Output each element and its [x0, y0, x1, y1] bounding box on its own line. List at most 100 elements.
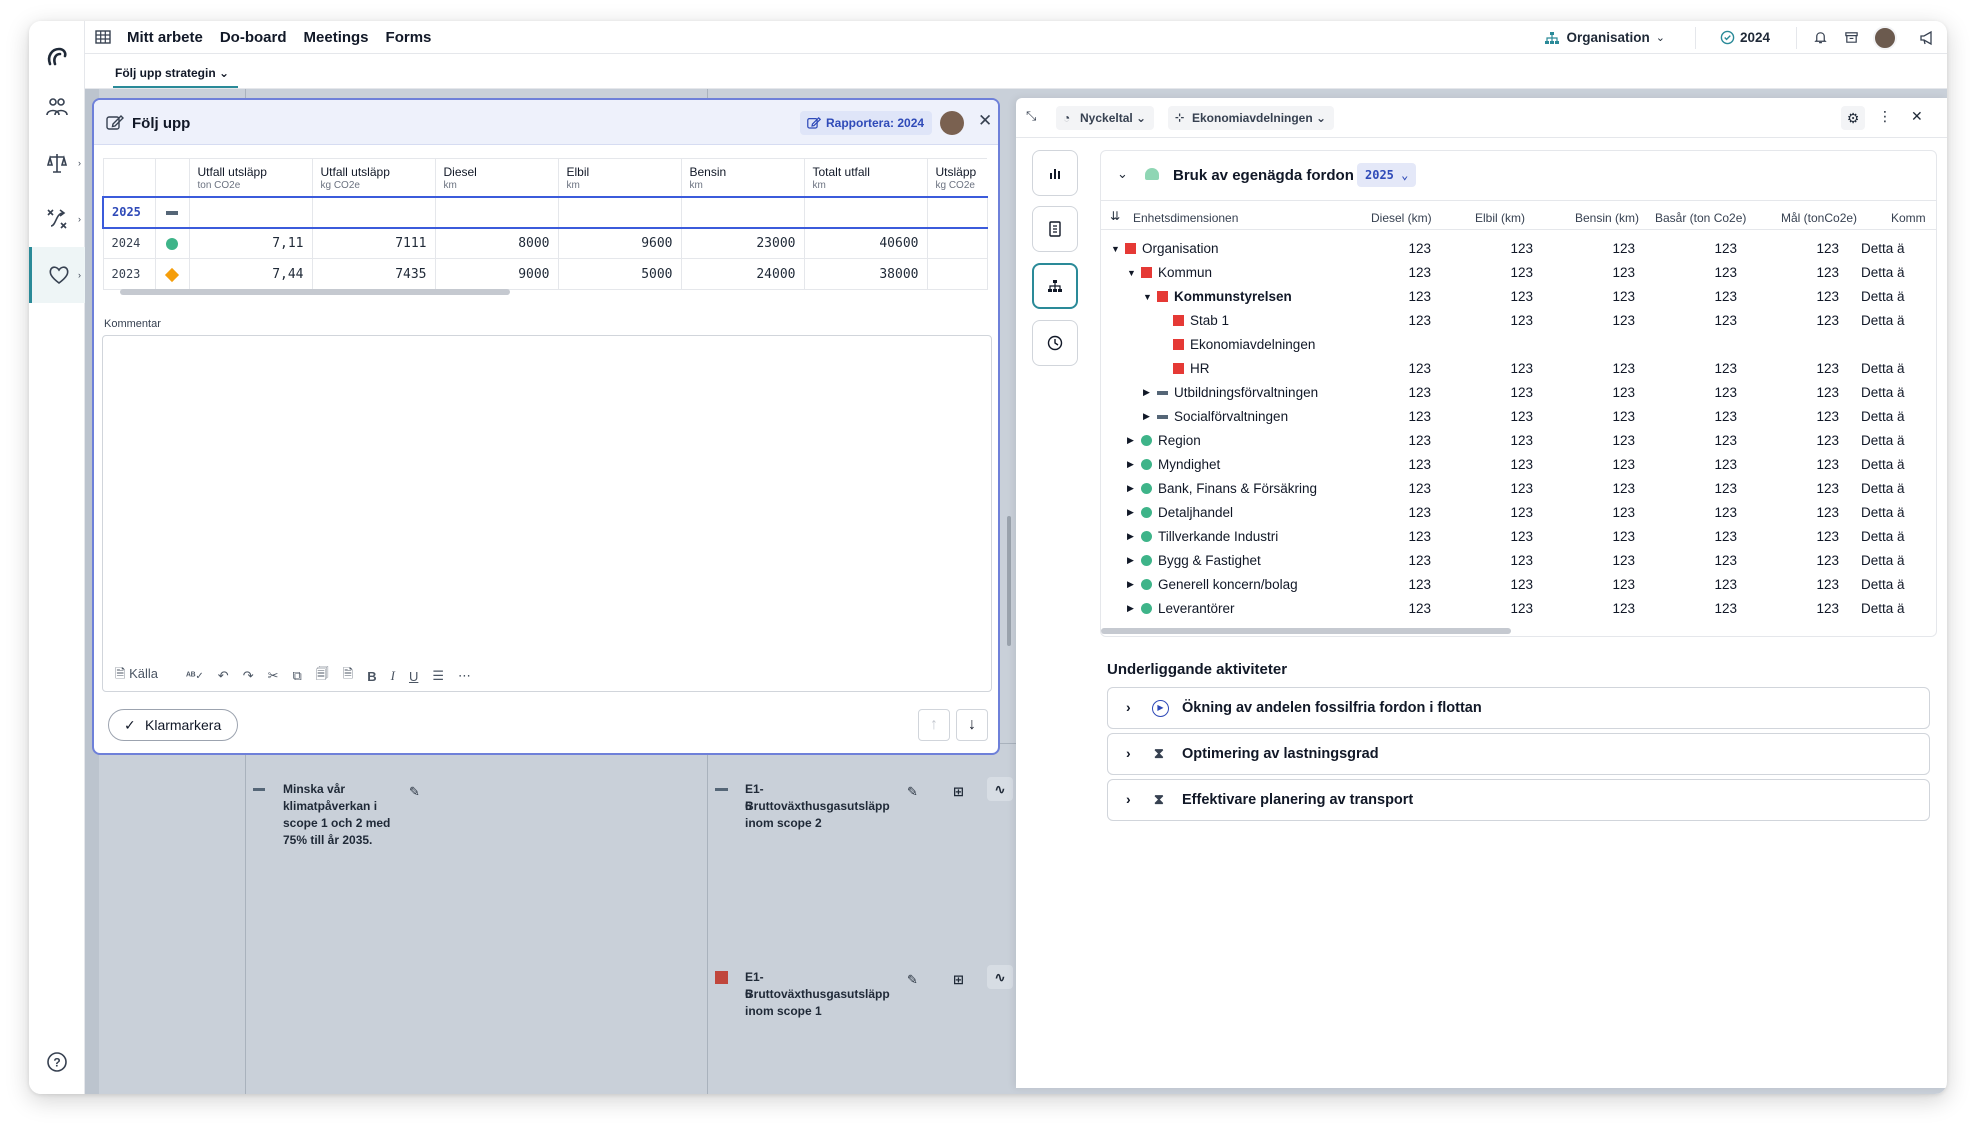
more-vertical-icon[interactable]: ⋮ — [1878, 108, 1892, 125]
numbered-list-icon[interactable]: ☰ — [432, 668, 444, 684]
horizontal-scrollbar[interactable] — [120, 289, 510, 295]
value-cell[interactable] — [557, 195, 682, 229]
value-cell[interactable]: 7435 — [311, 258, 436, 290]
nav-forms[interactable]: Forms — [386, 29, 432, 46]
caret-right-icon[interactable]: ▶ — [1127, 555, 1141, 566]
tree-row[interactable]: ▶ Myndighet 123 123 123 123 123 Detta ä — [1101, 453, 1936, 477]
report-button[interactable]: Rapportera: 2024 — [800, 111, 933, 135]
hierarchy-icon[interactable]: ⊞ — [953, 783, 964, 800]
strategy-icon[interactable]: › — [29, 191, 85, 247]
tree-row[interactable]: ▼ Organisation 123 123 123 123 123 Detta ä — [1101, 237, 1936, 261]
caret-right-icon[interactable]: ▶ — [1143, 411, 1157, 422]
tree-row[interactable]: ▶ Bank, Finans & Försäkring 123 123 123 123 12… — [1101, 477, 1936, 501]
value-cell[interactable] — [926, 227, 988, 259]
tree-row[interactable]: ▶ Detaljhandel 123 123 123 123 123 Detta ä — [1101, 501, 1936, 525]
undo-icon[interactable]: ↶ — [218, 668, 229, 684]
spellcheck-icon[interactable]: ᴬᴮ✓ — [186, 671, 204, 682]
activity-item[interactable]: › ⧗ Effektivare planering av transport — [1107, 779, 1930, 821]
tree-row[interactable]: Stab 1 123 123 123 123 123 Detta ä — [1101, 309, 1936, 333]
caret-right-icon[interactable]: ▶ — [1127, 579, 1141, 590]
caret-right-icon[interactable]: ▶ — [1127, 483, 1141, 494]
apps-grid-icon[interactable] — [95, 29, 111, 45]
edit-icon[interactable]: ✎ — [907, 971, 918, 988]
value-cell[interactable] — [188, 195, 313, 229]
trend-icon[interactable]: ∿ — [987, 965, 1013, 989]
close-icon[interactable]: ✕ — [1911, 108, 1923, 125]
value-cell[interactable]: 7111 — [311, 227, 436, 259]
value-cell[interactable] — [680, 195, 805, 229]
value-cell[interactable]: 9600 — [557, 227, 682, 259]
table-row[interactable]: 2023 7,44 7435 9000 5000 24000 38000 — [102, 258, 988, 290]
bold-icon[interactable]: B — [367, 669, 376, 684]
tree-row[interactable]: ▶ Leverantörer 123 123 123 123 123 Detta ä — [1101, 597, 1936, 621]
collapse-all-icon[interactable]: ⇊ — [1110, 209, 1120, 223]
nav-do-board[interactable]: Do-board — [220, 29, 287, 46]
nav-mitt-arbete[interactable]: Mitt arbete — [127, 29, 203, 46]
kpi-type-selector[interactable]: ◔ Nyckeltal ⌄ — [1056, 106, 1155, 130]
table-row[interactable]: 2025 — [102, 195, 988, 229]
activity-item[interactable]: › ▶ Ökning av andelen fossilfria fordon … — [1107, 687, 1930, 729]
chevron-down-icon[interactable]: ⌄ — [1117, 166, 1128, 182]
caret-right-icon[interactable]: ▶ — [1143, 387, 1157, 398]
document-view-button[interactable] — [1032, 206, 1078, 252]
tree-row[interactable]: ▶ Tillverkande Industri 123 123 123 123 123 Det… — [1101, 525, 1936, 549]
value-cell[interactable] — [926, 195, 988, 229]
close-icon[interactable]: ✕ — [978, 111, 992, 131]
value-cell[interactable]: 7,11 — [188, 227, 313, 259]
caret-right-icon[interactable]: ▶ — [1127, 603, 1141, 614]
caret-down-icon[interactable]: ▼ — [1111, 244, 1125, 254]
unit-selector[interactable]: ⊹ Ekonomiavdelningen ⌄ — [1168, 106, 1335, 130]
history-view-button[interactable] — [1032, 320, 1078, 366]
value-cell[interactable] — [926, 258, 988, 290]
value-cell[interactable]: 9000 — [434, 258, 559, 290]
heart-icon[interactable]: › — [29, 247, 85, 303]
value-cell[interactable]: 5000 — [557, 258, 682, 290]
caret-down-icon[interactable]: ▼ — [1143, 292, 1157, 302]
help-icon[interactable]: ? — [29, 1034, 85, 1090]
tree-row[interactable]: ▶ Bygg & Fastighet 123 123 123 123 123 Detta ä — [1101, 549, 1936, 573]
value-cell[interactable]: 40600 — [803, 227, 928, 259]
value-cell[interactable]: 24000 — [680, 258, 805, 290]
paste-icon[interactable]: 🗐 — [316, 665, 329, 687]
avatar[interactable] — [1873, 25, 1897, 50]
settings-icon[interactable]: ⚙ — [1841, 106, 1865, 130]
tree-row[interactable]: ▶ Region 123 123 123 123 123 Detta ä — [1101, 429, 1936, 453]
comment-editor[interactable]: 🗎 Källa ᴬᴮ✓ ↶ ↷ ✂ ⧉ 🗐 🗎 B I U ☰ ⋯ — [102, 335, 992, 692]
edit-icon[interactable]: ✎ — [409, 783, 420, 800]
arrow-down-button[interactable]: ↓ — [956, 709, 988, 741]
bell-icon[interactable] — [1813, 30, 1828, 45]
copy-icon[interactable]: ⧉ — [293, 668, 302, 684]
chart-view-button[interactable] — [1032, 150, 1078, 196]
collapse-icon[interactable]: ⤡ — [1026, 108, 1036, 124]
table-row[interactable]: 2024 7,11 7111 8000 9600 23000 40600 — [102, 227, 988, 259]
value-cell[interactable]: 7,44 — [188, 258, 313, 290]
tree-row[interactable]: Ekonomiavdelningen — [1101, 333, 1936, 357]
caret-right-icon[interactable]: ▶ — [1127, 507, 1141, 518]
hierarchy-view-button[interactable] — [1032, 263, 1078, 309]
megaphone-icon[interactable] — [1919, 30, 1935, 46]
year-select[interactable]: 2025 ⌄ — [1357, 163, 1417, 187]
value-cell[interactable]: 23000 — [680, 227, 805, 259]
balance-icon[interactable]: › — [29, 135, 85, 191]
mark-done-button[interactable]: ✓ Klarmarkera — [108, 709, 239, 741]
horizontal-scrollbar[interactable] — [1101, 628, 1511, 634]
arrow-up-button[interactable]: ↑ — [918, 709, 950, 741]
hierarchy-icon[interactable]: ⊞ — [953, 971, 964, 988]
tree-row[interactable]: ▶ Socialförvaltningen 123 123 123 123 123 Detta… — [1101, 405, 1936, 429]
resize-handle[interactable] — [1007, 516, 1011, 646]
trend-icon[interactable]: ∿ — [987, 777, 1013, 801]
nav-meetings[interactable]: Meetings — [304, 29, 369, 46]
year-selector[interactable]: 2024 — [1720, 30, 1770, 45]
italic-icon[interactable]: I — [391, 668, 395, 684]
value-cell[interactable] — [803, 195, 928, 229]
value-cell[interactable] — [311, 195, 436, 229]
value-cell[interactable]: 38000 — [803, 258, 928, 290]
org-selector[interactable]: Organisation ⌄ — [1544, 30, 1665, 45]
paste-text-icon[interactable]: 🗎 — [343, 665, 353, 687]
underline-icon[interactable]: U — [409, 669, 418, 684]
logo-icon[interactable] — [29, 29, 85, 85]
caret-right-icon[interactable]: ▶ — [1127, 435, 1141, 446]
caret-right-icon[interactable]: ▶ — [1127, 459, 1141, 470]
value-cell[interactable] — [434, 195, 559, 229]
archive-icon[interactable] — [1844, 30, 1859, 45]
